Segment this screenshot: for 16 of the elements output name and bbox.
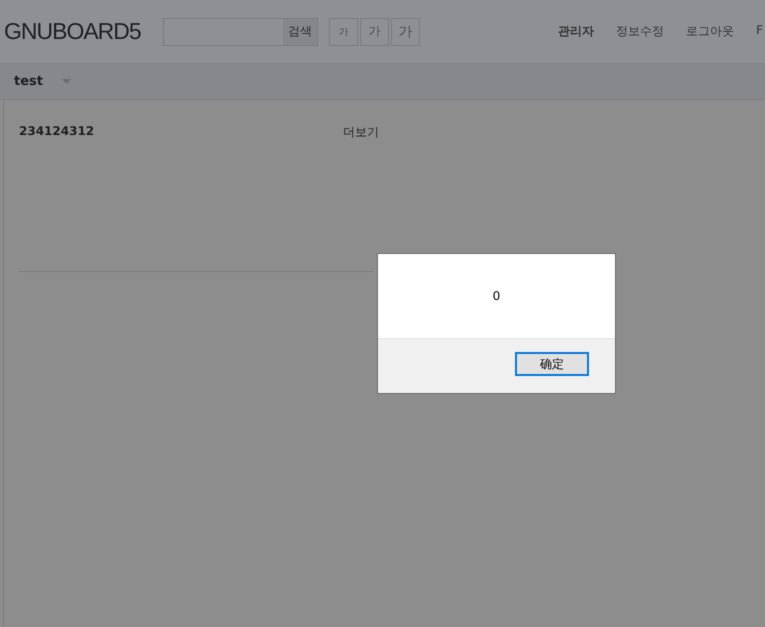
post-title[interactable]: 234124312 — [19, 124, 94, 141]
alert-message: 0 — [492, 289, 500, 303]
font-size-button[interactable]: 가 — [391, 18, 420, 46]
more-link[interactable]: 더보기 — [343, 124, 379, 141]
nav-link[interactable]: 정보수정 — [616, 23, 664, 40]
menu-item[interactable]: test — [14, 74, 43, 89]
search-field[interactable]: 검색 — [163, 18, 318, 46]
font-size-button[interactable]: 가 — [360, 18, 389, 46]
search-button[interactable]: 검색 — [283, 18, 317, 44]
caret-icon[interactable] — [62, 79, 71, 84]
font-size-button[interactable]: 가 — [329, 18, 358, 46]
ok-button[interactable]: 确定 — [515, 352, 589, 376]
nav-link[interactable]: F — [756, 23, 763, 40]
nav-link[interactable]: 관리자 — [558, 23, 594, 40]
nav-link[interactable]: 로그아웃 — [686, 23, 734, 40]
site-logo[interactable]: GNUBOARD5 — [4, 18, 149, 45]
